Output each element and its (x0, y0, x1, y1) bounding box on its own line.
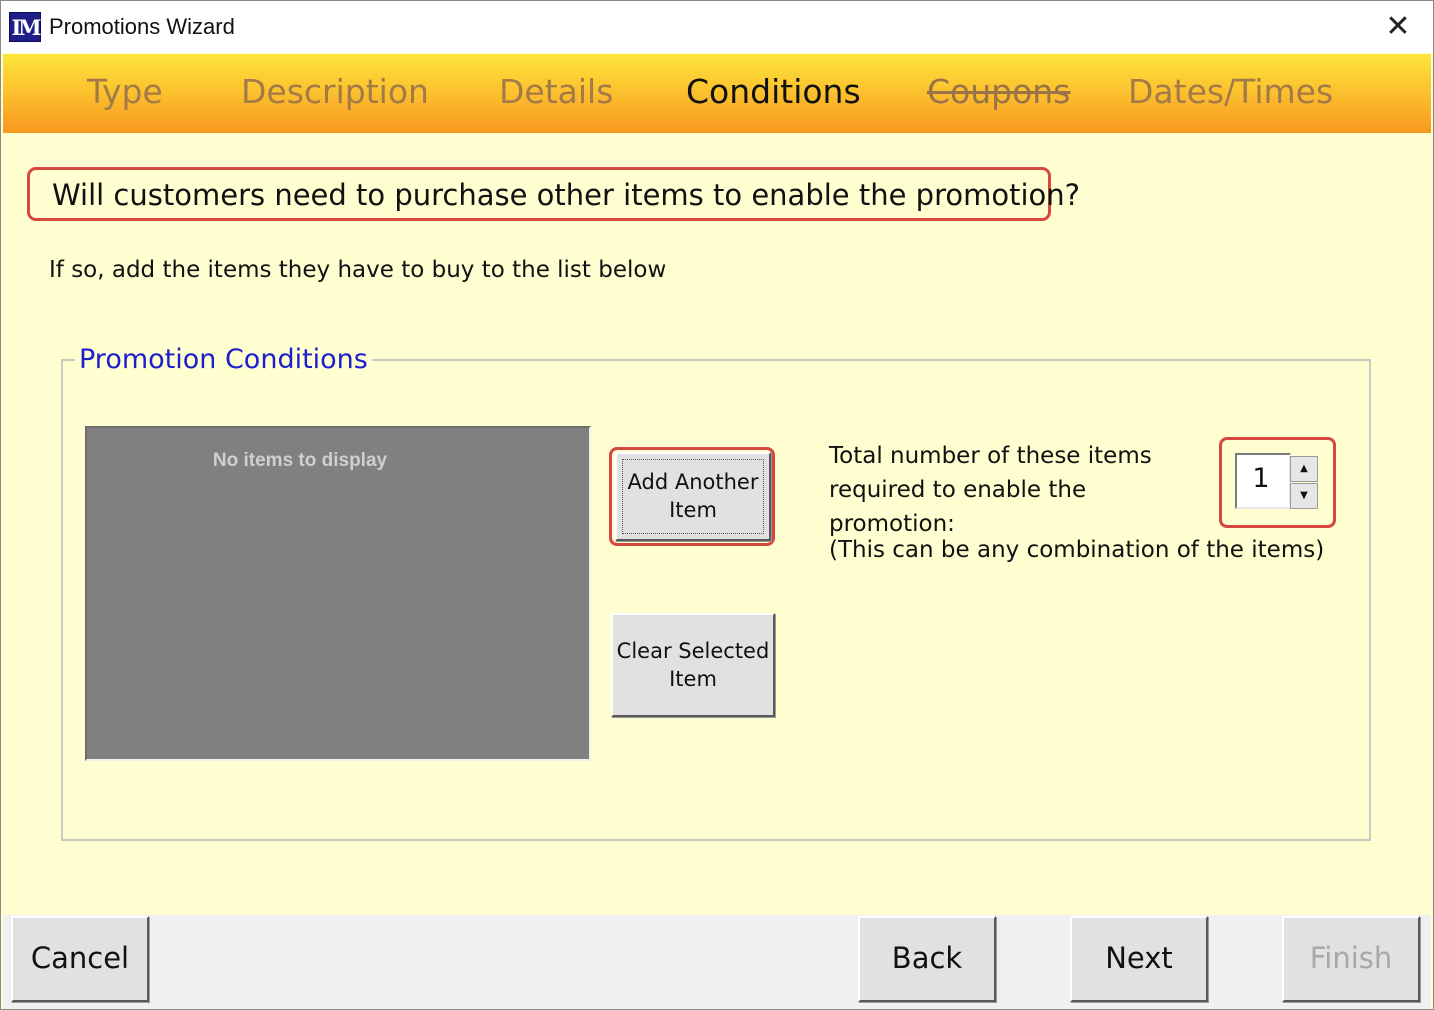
combination-note: (This can be any combination of the item… (829, 537, 1325, 563)
clear-item-label-line2: Item (669, 667, 717, 691)
close-icon[interactable]: ✕ (1363, 1, 1433, 53)
total-label-line2: required to enable the promotion: (829, 477, 1087, 537)
tab-details[interactable]: Details (499, 72, 613, 111)
conditions-item-list[interactable]: No items to display (85, 426, 591, 761)
group-title: Promotion Conditions (75, 344, 372, 375)
tab-description[interactable]: Description (241, 72, 429, 111)
spin-down-button[interactable]: ▼ (1290, 483, 1318, 509)
promotions-wizard-window: IM Promotions Wizard ✕ Type Description … (0, 0, 1434, 1010)
condition-question: Will customers need to purchase other it… (52, 178, 1081, 212)
footer-bar (3, 915, 1431, 1009)
question-highlight: Will customers need to purchase other it… (27, 167, 1080, 221)
empty-list-message: No items to display (212, 450, 388, 471)
focus-rectangle (622, 459, 764, 534)
cancel-button[interactable]: Cancel (11, 916, 149, 1002)
spin-up-button[interactable]: ▲ (1290, 456, 1318, 482)
tab-type[interactable]: Type (87, 72, 163, 111)
back-button[interactable]: Back (858, 916, 996, 1002)
add-another-item-button[interactable]: Add Another Item (615, 452, 771, 541)
finish-button: Finish (1282, 916, 1420, 1002)
tab-dates-times[interactable]: Dates/Times (1128, 72, 1333, 111)
clear-item-label-line1: Clear Selected (616, 639, 770, 663)
quantity-value[interactable]: 1 (1235, 463, 1287, 494)
tab-conditions[interactable]: Conditions (686, 72, 861, 111)
title-bar: IM Promotions Wizard ✕ (1, 1, 1433, 53)
total-label-line1: Total number of these items (829, 443, 1152, 469)
window-title: Promotions Wizard (49, 14, 235, 39)
instruction-text: If so, add the items they have to buy to… (49, 257, 667, 283)
app-logo-icon: IM (9, 12, 42, 42)
total-items-label: Total number of these items required to … (829, 439, 1219, 541)
clear-selected-item-button[interactable]: Clear Selected Item (611, 613, 775, 717)
tab-coupons: Coupons (927, 72, 1071, 111)
wizard-step-tabs: Type Description Details Conditions Coup… (3, 54, 1431, 133)
next-button[interactable]: Next (1070, 916, 1208, 1002)
